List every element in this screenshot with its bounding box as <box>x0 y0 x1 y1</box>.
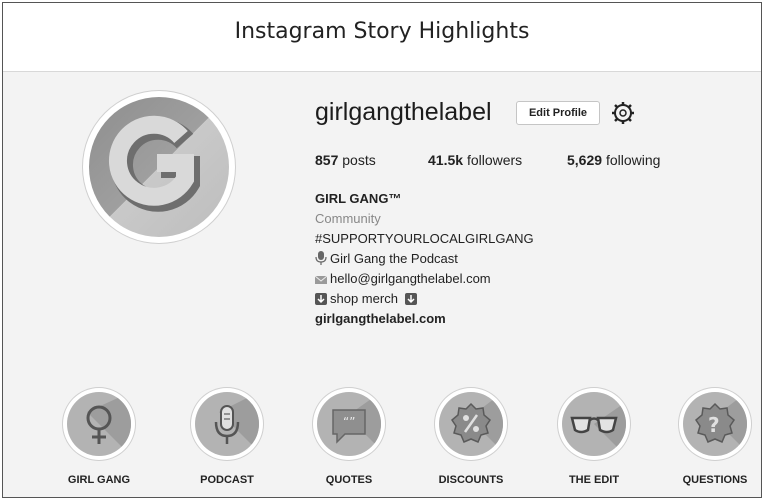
bio-shop[interactable]: shop merch <box>330 291 398 306</box>
highlight-the-edit[interactable]: THE EDIT <box>554 388 634 486</box>
question-badge-icon: ? <box>695 392 747 452</box>
svg-text:“”: “” <box>343 415 355 429</box>
glasses-icon <box>570 402 626 456</box>
highlight-cover <box>435 388 507 460</box>
bio-email-line: hello@girlgangthelabel.com <box>315 269 534 289</box>
bio-email[interactable]: hello@girlgangthelabel.com <box>330 271 491 286</box>
bio-hashtag[interactable]: #SUPPORTYOURLOCALGIRLGANG <box>315 229 534 249</box>
bio-name: GIRL GANG™ <box>315 191 402 206</box>
highlight-questions[interactable]: ? QUESTIONS <box>675 388 755 486</box>
profile-username: girlgangthelabel <box>315 98 492 126</box>
quote-bubble-icon: “” <box>332 392 381 450</box>
highlight-cover <box>191 388 263 460</box>
highlight-cover: “” <box>313 388 385 460</box>
highlight-cover <box>558 388 630 460</box>
posts-count: 857 <box>315 152 339 168</box>
mail-emoji-icon <box>315 275 327 284</box>
following-label: following <box>605 152 661 168</box>
highlight-cover: ? <box>679 388 751 460</box>
profile-bio: GIRL GANG™ Community #SUPPORTYOURLOCALGI… <box>315 189 534 329</box>
highlight-quotes[interactable]: “” QUOTES <box>309 388 389 486</box>
followers-label: followers <box>466 152 523 168</box>
avatar-logo <box>89 97 229 237</box>
female-symbol-icon <box>86 392 131 456</box>
highlight-label: THE EDIT <box>568 474 620 486</box>
posts-stat[interactable]: 857 posts <box>315 152 376 168</box>
percent-badge-icon <box>451 392 503 452</box>
highlight-label: QUOTES <box>325 474 373 486</box>
microphone-icon <box>214 392 259 452</box>
highlight-label: QUESTIONS <box>682 474 748 486</box>
profile-avatar[interactable] <box>83 91 235 243</box>
down-arrow-box-icon <box>404 293 417 305</box>
highlight-podcast[interactable]: PODCAST <box>187 388 267 486</box>
posts-label: posts <box>342 152 376 168</box>
svg-text:?: ? <box>708 413 720 437</box>
page-title: Instagram Story Highlights <box>234 19 530 44</box>
bio-podcast-line: Girl Gang the Podcast <box>315 249 534 269</box>
title-bar: Instagram Story Highlights <box>3 3 761 72</box>
following-count: 5,629 <box>567 152 603 168</box>
g-logo-icon <box>108 115 200 212</box>
following-stat[interactable]: 5,629 following <box>567 152 660 168</box>
bio-shop-line: shop merch <box>315 289 534 309</box>
highlight-label: DISCOUNTS <box>438 474 504 486</box>
bio-podcast: Girl Gang the Podcast <box>330 251 458 266</box>
followers-count: 41.5k <box>428 152 464 168</box>
highlight-label: PODCAST <box>200 474 254 486</box>
followers-stat[interactable]: 41.5k followers <box>428 152 522 168</box>
bio-website[interactable]: girlgangthelabel.com <box>315 309 534 329</box>
gear-icon[interactable] <box>611 101 635 125</box>
highlight-label: GIRL GANG <box>67 474 131 486</box>
down-arrow-box-icon <box>315 293 327 305</box>
highlight-girl-gang[interactable]: GIRL GANG <box>59 388 139 486</box>
story-highlights-figure: Instagram Story Highlights girlgangthela… <box>2 2 762 498</box>
edit-profile-button[interactable]: Edit Profile <box>516 101 600 125</box>
microphone-emoji-icon <box>315 251 327 265</box>
highlight-cover <box>63 388 135 460</box>
bio-category: Community <box>315 211 381 226</box>
highlight-discounts[interactable]: DISCOUNTS <box>431 388 511 486</box>
